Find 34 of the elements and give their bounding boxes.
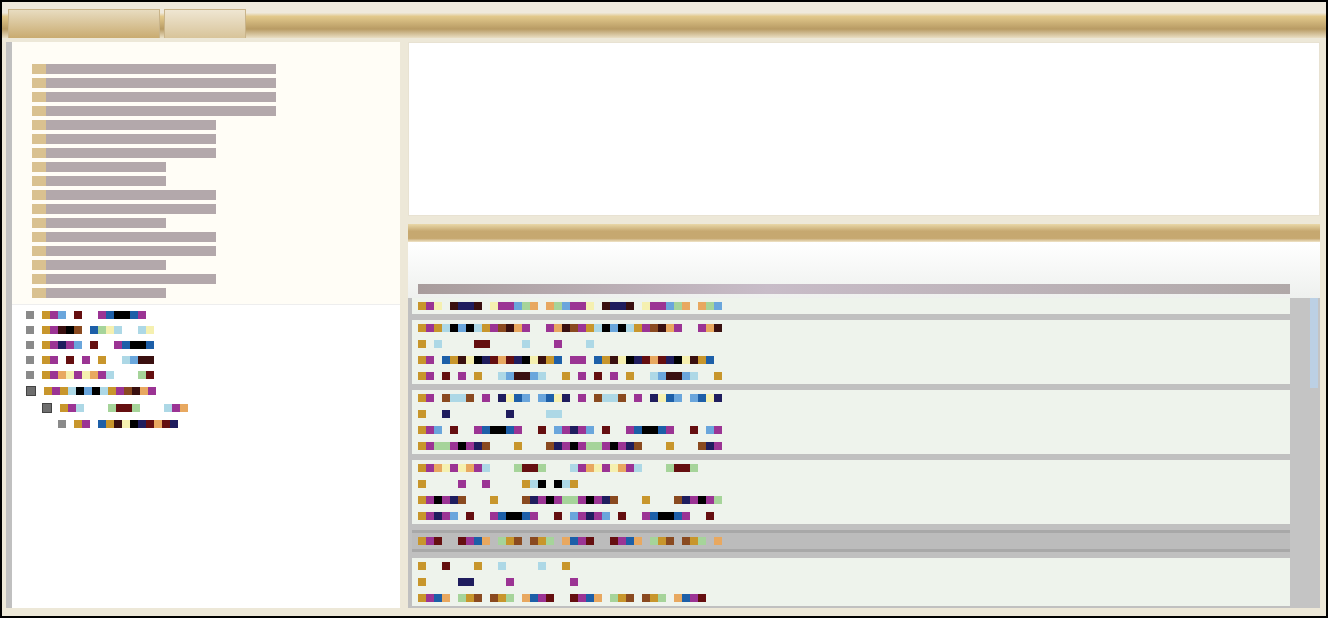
- blurred-list-item[interactable]: [32, 232, 216, 242]
- expander-icon[interactable]: [26, 326, 34, 334]
- blurred-list-item[interactable]: [32, 204, 216, 214]
- blurred-list-item[interactable]: [32, 246, 216, 256]
- blurred-list-item[interactable]: [32, 260, 166, 270]
- blurred-list-item[interactable]: [32, 120, 216, 130]
- expander-icon[interactable]: [26, 356, 34, 364]
- expander-icon[interactable]: [26, 371, 34, 379]
- blurred-list-item[interactable]: [32, 218, 166, 228]
- scroll-thumb[interactable]: [1310, 298, 1318, 388]
- expander-icon[interactable]: [58, 420, 66, 428]
- blurred-list-item[interactable]: [32, 190, 216, 200]
- expander-icon[interactable]: [42, 403, 52, 413]
- blurred-list-item[interactable]: [32, 106, 276, 116]
- scrollbar[interactable]: [1290, 298, 1320, 608]
- blurred-list-item[interactable]: [32, 162, 166, 172]
- tab[interactable]: [8, 9, 160, 38]
- blurred-list-item[interactable]: [32, 64, 276, 74]
- blurred-list-item[interactable]: [32, 134, 216, 144]
- result-row[interactable]: [412, 320, 1290, 384]
- result-row[interactable]: [412, 390, 1290, 454]
- editor-area[interactable]: [408, 42, 1320, 216]
- tab[interactable]: [164, 9, 246, 38]
- blurred-list-item[interactable]: [32, 288, 166, 298]
- blurred-list-item[interactable]: [32, 176, 166, 186]
- blurred-list-item[interactable]: [32, 148, 216, 158]
- result-row[interactable]: [412, 460, 1290, 524]
- blurred-list-item[interactable]: [32, 92, 276, 102]
- blurred-list-item[interactable]: [32, 78, 276, 88]
- expander-icon[interactable]: [26, 341, 34, 349]
- expander-icon[interactable]: [26, 386, 36, 396]
- result-row[interactable]: [412, 298, 1290, 314]
- blurred-list-item[interactable]: [32, 274, 216, 284]
- expander-icon[interactable]: [26, 311, 34, 319]
